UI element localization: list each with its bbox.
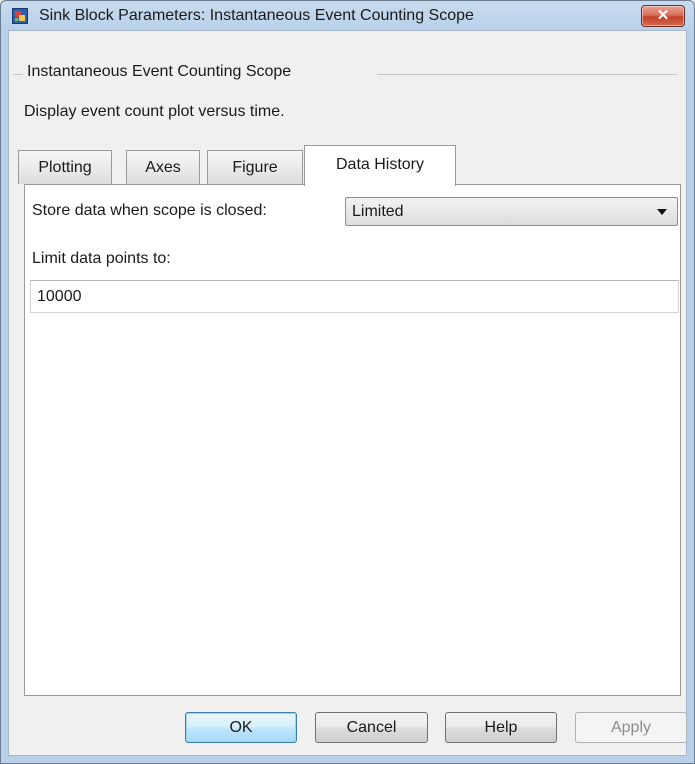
title-bar[interactable]: Sink Block Parameters: Instantaneous Eve…: [1, 1, 694, 31]
limit-data-points-input[interactable]: [30, 280, 679, 313]
window-title: Sink Block Parameters: Instantaneous Eve…: [39, 7, 474, 24]
tab-figure[interactable]: Figure: [207, 150, 303, 184]
close-button[interactable]: ✕: [641, 5, 685, 27]
cancel-button[interactable]: Cancel: [315, 712, 428, 743]
tab-axes[interactable]: Axes: [126, 150, 200, 184]
group-border: [13, 74, 23, 75]
chevron-down-icon: [657, 209, 667, 215]
apply-button[interactable]: Apply: [575, 712, 687, 743]
store-data-value: Limited: [352, 203, 404, 220]
simulink-block-icon: [12, 8, 28, 24]
tab-data-history[interactable]: Data History: [304, 145, 456, 186]
group-border: [377, 74, 677, 75]
limit-data-label: Limit data points to:: [32, 250, 171, 267]
close-icon: ✕: [656, 7, 670, 24]
tab-plotting[interactable]: Plotting: [18, 150, 112, 184]
block-name-label: Instantaneous Event Counting Scope: [27, 63, 292, 81]
block-description: Display event count plot versus time.: [24, 103, 285, 120]
help-button[interactable]: Help: [445, 712, 557, 743]
store-data-dropdown[interactable]: Limited: [345, 197, 678, 226]
ok-button[interactable]: OK: [185, 712, 297, 743]
store-data-label: Store data when scope is closed:: [32, 202, 267, 219]
